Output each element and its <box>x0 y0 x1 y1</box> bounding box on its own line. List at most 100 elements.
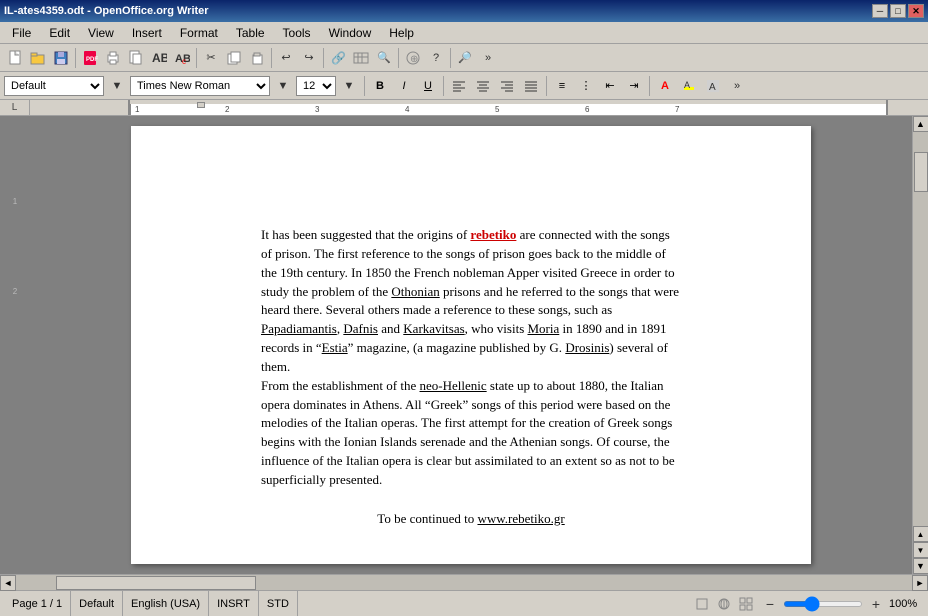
menu-window[interactable]: Window <box>321 24 380 42</box>
document-area[interactable]: It has been suggested that the origins o… <box>30 116 912 574</box>
url-text[interactable]: www.rebetiko.gr <box>477 511 564 526</box>
style-dropdown-arrow[interactable]: ▼ <box>106 75 128 97</box>
moria-text: Moria <box>528 321 560 336</box>
list-unordered-button[interactable]: ≡ <box>551 75 573 97</box>
indent-increase-button[interactable]: ⇥ <box>623 75 645 97</box>
extend-button2[interactable]: » <box>726 75 748 97</box>
zoom-in-button[interactable]: + <box>865 593 887 615</box>
indent-decrease-button[interactable]: ⇤ <box>599 75 621 97</box>
text-p1e: and <box>378 321 403 336</box>
style-dropdown[interactable]: Default <box>4 76 104 96</box>
extend-button[interactable]: » <box>477 47 499 69</box>
highlight-button[interactable]: A <box>678 75 700 97</box>
bold-button[interactable]: B <box>369 75 391 97</box>
title-bar: IL-ates4359.odt - OpenOffice.org Writer … <box>0 0 928 22</box>
size-dropdown[interactable]: 12 <box>296 76 336 96</box>
font-dropdown-arrow[interactable]: ▼ <box>272 75 294 97</box>
h-scroll-track[interactable] <box>16 575 912 590</box>
menu-bar: File Edit View Insert Format Table Tools… <box>0 22 928 44</box>
maximize-button[interactable]: □ <box>890 4 906 18</box>
zoom-out-button[interactable]: − <box>759 593 781 615</box>
menu-file[interactable]: File <box>4 24 39 42</box>
italic-button[interactable]: I <box>393 75 415 97</box>
scroll-small-down[interactable]: ▼ <box>913 542 928 558</box>
menu-table[interactable]: Table <box>228 24 273 42</box>
menu-help[interactable]: Help <box>381 24 422 42</box>
insert-mode[interactable]: INSRT <box>209 591 259 616</box>
list-ordered-button[interactable]: ⋮ <box>575 75 597 97</box>
sep-fmt1 <box>364 76 365 96</box>
scroll-down-button[interactable]: ▼ <box>913 558 928 574</box>
scroll-small-up[interactable]: ▲ <box>913 526 928 542</box>
cut-button[interactable]: ✂ <box>200 47 222 69</box>
svg-text:c: c <box>182 57 186 66</box>
open-button[interactable] <box>27 47 49 69</box>
font-dropdown[interactable]: Times New Roman <box>130 76 270 96</box>
selection-mode[interactable]: STD <box>259 591 298 616</box>
underline-button[interactable]: U <box>417 75 439 97</box>
help-button[interactable]: ? <box>425 47 447 69</box>
menu-edit[interactable]: Edit <box>41 24 78 42</box>
left-margin: 1 2 <box>0 116 30 574</box>
menu-tools[interactable]: Tools <box>275 24 319 42</box>
align-center-button[interactable] <box>472 75 494 97</box>
language-indicator: English (USA) <box>123 591 209 616</box>
dafnis-text: Dafnis <box>343 321 378 336</box>
char-shading-button[interactable]: A <box>702 75 724 97</box>
autocorrect-button[interactable]: ABc <box>171 47 193 69</box>
scroll-left-button[interactable]: ◄ <box>0 575 16 591</box>
text-p1f: , who visits <box>465 321 528 336</box>
svg-text:AB: AB <box>152 51 167 65</box>
vertical-scrollbar: ▲ ▲ ▼ ▼ <box>912 116 928 574</box>
sep-fmt3 <box>546 76 547 96</box>
rebetiko-link[interactable]: rebetiko <box>470 227 516 242</box>
close-button[interactable]: ✕ <box>908 4 924 18</box>
font-color-button[interactable]: A <box>654 75 676 97</box>
style-indicator: Default <box>71 591 123 616</box>
separator6 <box>450 48 451 68</box>
hyperlink-button[interactable]: 🔗 <box>327 47 349 69</box>
navigator-button[interactable]: ⊕ <box>402 47 424 69</box>
status-bar: Page 1 / 1 Default English (USA) INSRT S… <box>0 590 928 616</box>
separator4 <box>323 48 324 68</box>
menu-format[interactable]: Format <box>172 24 226 42</box>
pdf-button[interactable]: PDF <box>79 47 101 69</box>
insrt-text: INSRT <box>217 598 250 610</box>
page-text: Page 1 / 1 <box>12 598 62 610</box>
paste-button[interactable] <box>246 47 268 69</box>
zoom-button[interactable]: 🔎 <box>454 47 476 69</box>
view-normal-button[interactable] <box>693 595 711 613</box>
menu-view[interactable]: View <box>80 24 122 42</box>
scroll-track[interactable] <box>913 132 928 526</box>
size-dropdown-arrow[interactable]: ▼ <box>338 75 360 97</box>
svg-text:A: A <box>684 80 690 90</box>
new-button[interactable] <box>4 47 26 69</box>
window-controls: ─ □ ✕ <box>872 4 924 18</box>
h-scroll-thumb[interactable] <box>56 576 256 590</box>
margin-num-1: 1 <box>13 198 17 206</box>
scroll-up-button[interactable]: ▲ <box>913 116 928 132</box>
redo-button[interactable]: ↪ <box>298 47 320 69</box>
undo-button[interactable]: ↩ <box>275 47 297 69</box>
view-web-button[interactable] <box>715 595 733 613</box>
table-button[interactable] <box>350 47 372 69</box>
zoom-slider[interactable] <box>783 601 863 607</box>
copy-button[interactable] <box>223 47 245 69</box>
std-text: STD <box>267 598 289 610</box>
preview-button[interactable] <box>125 47 147 69</box>
align-justify-button[interactable] <box>520 75 542 97</box>
save-button[interactable] <box>50 47 72 69</box>
spellcheck-button[interactable]: AB <box>148 47 170 69</box>
find-button[interactable]: 🔍 <box>373 47 395 69</box>
scroll-right-button[interactable]: ► <box>912 575 928 591</box>
neo-hellenic-text: neo-Hellenic <box>420 378 487 393</box>
print-button[interactable] <box>102 47 124 69</box>
text-p2b: state up to about 1880, the Italian oper… <box>261 378 675 487</box>
scroll-thumb[interactable] <box>914 152 928 192</box>
view-fullscreen-button[interactable] <box>737 595 755 613</box>
document-page: It has been suggested that the origins o… <box>131 126 811 564</box>
align-left-button[interactable] <box>448 75 470 97</box>
align-right-button[interactable] <box>496 75 518 97</box>
menu-insert[interactable]: Insert <box>124 24 170 42</box>
minimize-button[interactable]: ─ <box>872 4 888 18</box>
